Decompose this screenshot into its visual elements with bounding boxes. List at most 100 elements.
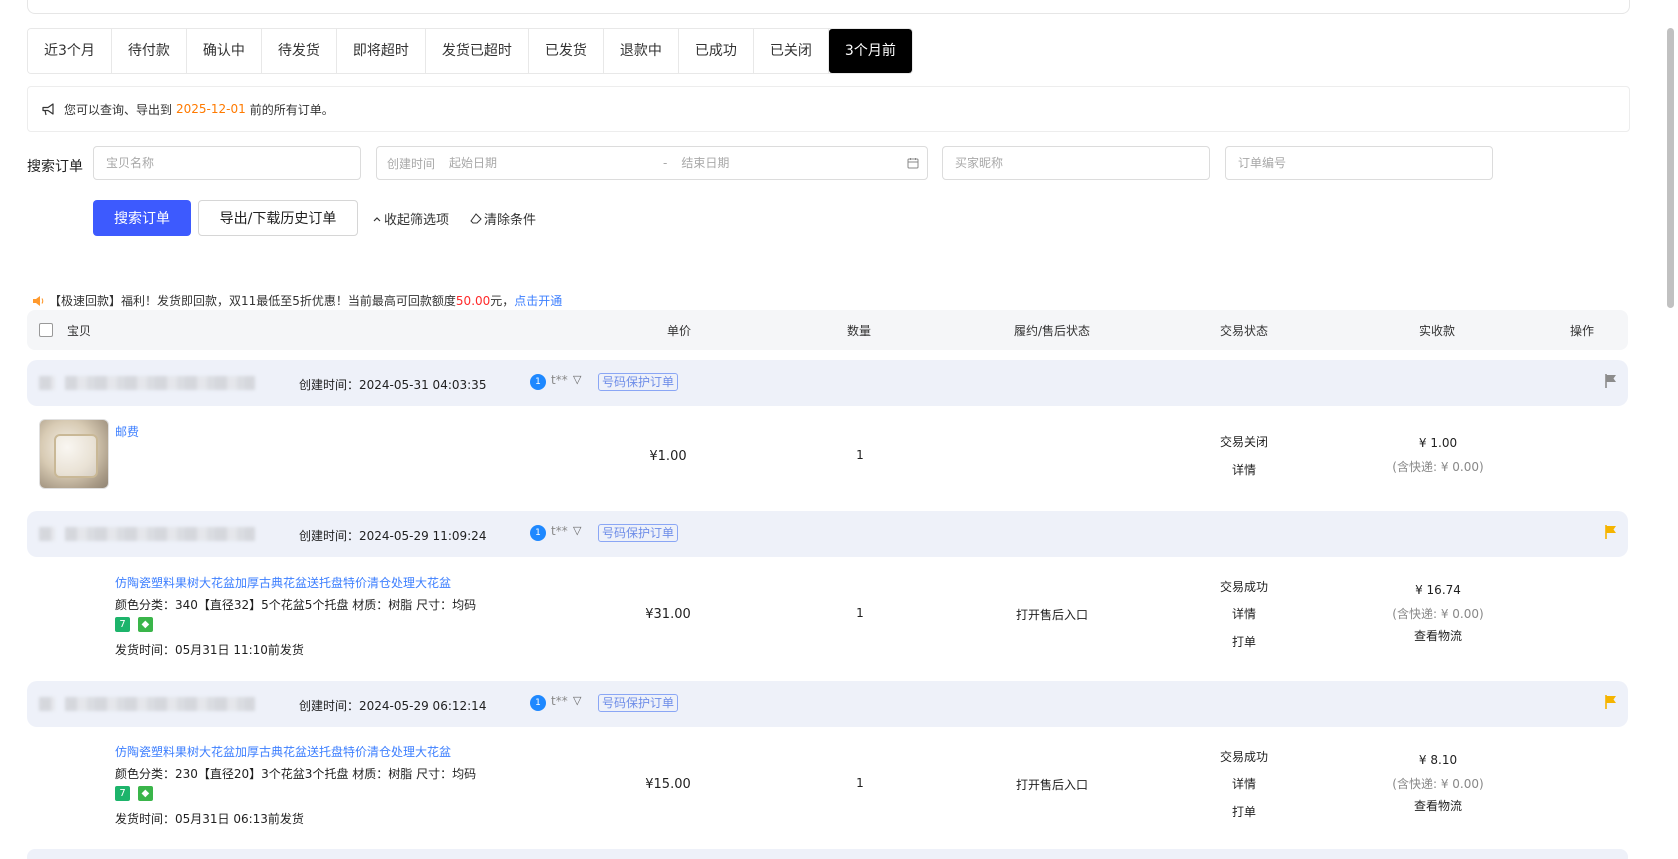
wangwang-chat-icon[interactable]: 1 [530,695,546,711]
export-history-orders-button[interactable]: 导出/下载历史订单 [198,200,358,236]
item-title-link[interactable]: 邮费 [115,423,139,440]
service-tags: 7 ◆ [115,617,157,632]
notice-prefix: 您可以查询、导出到 [64,102,173,117]
order-table-header: 宝贝 单价 数量 履约/售后状态 交易状态 实收款 操作 [27,310,1628,350]
wangwang-chat-icon[interactable]: 1 [530,525,546,541]
header-fulfillment-status: 履约/售后状态 [1014,324,1091,338]
redacted-order-number [65,376,255,390]
megaphone-icon [42,102,56,116]
tab-pending-shipment[interactable]: 待发货 [261,29,337,73]
item-name-field[interactable] [93,146,361,180]
order-create-time: 创建时间：2024-05-29 11:09:24 [299,529,487,543]
seven-day-return-icon: 7 [115,617,130,632]
filter-icon[interactable]: ▽ [573,524,581,537]
end-date-input[interactable] [679,155,904,171]
next-order-header [27,849,1628,859]
order-detail-link[interactable]: 详情 [1232,605,1256,622]
select-all-checkbox[interactable] [39,323,53,337]
item-thumbnail[interactable] [39,419,109,489]
redacted-checkbox-area [39,376,55,390]
number-protection-badge: 号码保护订单 [598,373,679,391]
ship-time: 发货时间：05月31日 06:13前发货 [115,812,304,826]
order-status-tabs: 近3个月 待付款 确认中 待发货 即将超时 发货已超时 已发货 退款中 已成功 … [27,28,913,74]
received-amount: ¥ 8.10 [1418,753,1458,767]
tab-about-to-timeout[interactable]: 即将超时 [336,29,426,73]
buyer-nick-input[interactable] [953,155,1199,171]
calendar-icon[interactable] [907,157,919,169]
promo-activate-link[interactable]: 点击开通 [514,292,562,309]
tab-recent-3-months[interactable]: 近3个月 [28,29,112,73]
order-detail-link[interactable]: 详情 [1232,461,1256,478]
item-title-link[interactable]: 仿陶瓷塑料果树大花盆加厚古典花盆送托盘特价清仓处理大花盆 [115,574,451,591]
open-after-sale-link[interactable]: 打开售后入口 [1016,776,1088,793]
search-orders-label: 搜索订单 [27,159,83,175]
order-header: 创建时间：2024-05-31 04:03:35 1 t** ▽ 号码保护订单 [27,360,1628,406]
order-number-input[interactable] [1236,155,1482,171]
print-order-link[interactable]: 打单 [1232,803,1256,820]
search-orders-button[interactable]: 搜索订单 [93,200,191,236]
trade-status: 交易成功 [1219,580,1269,594]
flag-icon[interactable] [1604,524,1618,540]
order-detail-link[interactable]: 详情 [1232,775,1256,792]
notice-date: 2025-12-01 [176,102,246,116]
shipping-fee-note: (含快递: ¥ 0.00) [1392,607,1484,621]
tab-closed[interactable]: 已关闭 [753,29,829,73]
item-spec: 颜色分类：230【直径20】3个花盆3个托盘 材质：树脂 尺寸：均码 [115,767,477,781]
notice-suffix: 前的所有订单。 [249,102,334,117]
create-time-range-field[interactable]: 创建时间 - [376,146,928,180]
wangwang-chat-icon[interactable]: 1 [530,374,546,390]
collapse-filters-label: 收起筛选项 [384,213,450,228]
order-number-field[interactable] [1225,146,1493,180]
clear-conditions-label: 清除条件 [484,213,537,228]
redacted-checkbox-area [39,527,55,541]
tab-shipped[interactable]: 已发货 [528,29,604,73]
fast-payback-promo: 【极速回款】福利！发货即回款，双11最低至5折优惠！当前最高可回款额度 50.0… [32,292,562,309]
tab-confirming[interactable]: 确认中 [186,29,262,73]
redacted-order-number [65,527,255,541]
top-panel-edge [27,0,1630,14]
filter-icon[interactable]: ▽ [573,694,581,707]
buyer-nick-field[interactable] [942,146,1210,180]
chevron-up-icon [373,216,381,222]
header-trade-status: 交易状态 [1220,324,1269,338]
clear-conditions-button[interactable]: 清除条件 [470,209,536,228]
item-spec: 颜色分类：340【直径32】5个花盆5个托盘 材质：树脂 尺寸：均码 [115,598,477,612]
view-logistics-link[interactable]: 查看物流 [1414,797,1462,814]
promo-unit: 元， [490,294,515,308]
export-notice: 您可以查询、导出到 2025-12-01 前的所有订单。 [27,86,1630,132]
received-amount: ¥ 1.00 [1418,436,1458,450]
date-separator: - [663,156,668,170]
vertical-scrollbar[interactable] [1667,28,1674,308]
trade-status: 交易关闭 [1219,435,1269,449]
unit-price: ¥15.00 [645,777,691,792]
tab-older-than-3-months[interactable]: 3个月前 [828,29,912,73]
header-received-amount: 实收款 [1419,324,1456,338]
start-date-input[interactable] [447,155,652,171]
flag-icon[interactable] [1604,373,1618,389]
tab-succeeded[interactable]: 已成功 [678,29,754,73]
number-protection-badge: 号码保护订单 [598,524,679,542]
item-name-input[interactable] [104,155,350,171]
eraser-icon [470,212,482,225]
unit-price: ¥1.00 [649,449,687,464]
tab-refunding[interactable]: 退款中 [603,29,679,73]
create-time-label: 创建时间 [387,156,436,171]
open-after-sale-link[interactable]: 打开售后入口 [1016,606,1088,623]
quantity: 1 [856,448,864,462]
order-create-time: 创建时间：2024-05-31 04:03:35 [299,378,487,392]
filter-icon[interactable]: ▽ [573,373,581,386]
tab-shipment-overdue[interactable]: 发货已超时 [425,29,529,73]
flag-icon[interactable] [1604,694,1618,710]
view-logistics-link[interactable]: 查看物流 [1414,627,1462,644]
buyer-nick: t** [551,694,568,708]
service-tags: 7 ◆ [115,786,157,801]
shield-guarantee-icon: ◆ [137,786,153,801]
collapse-filters-button[interactable]: 收起筛选项 [373,209,449,228]
item-title-link[interactable]: 仿陶瓷塑料果树大花盆加厚古典花盆送托盘特价清仓处理大花盆 [115,743,451,760]
redacted-order-number [65,697,255,711]
print-order-link[interactable]: 打单 [1232,633,1256,650]
buyer-nick: t** [551,373,568,387]
tab-pending-payment[interactable]: 待付款 [111,29,187,73]
header-actions: 操作 [1570,324,1595,338]
number-protection-badge: 号码保护订单 [598,694,679,712]
